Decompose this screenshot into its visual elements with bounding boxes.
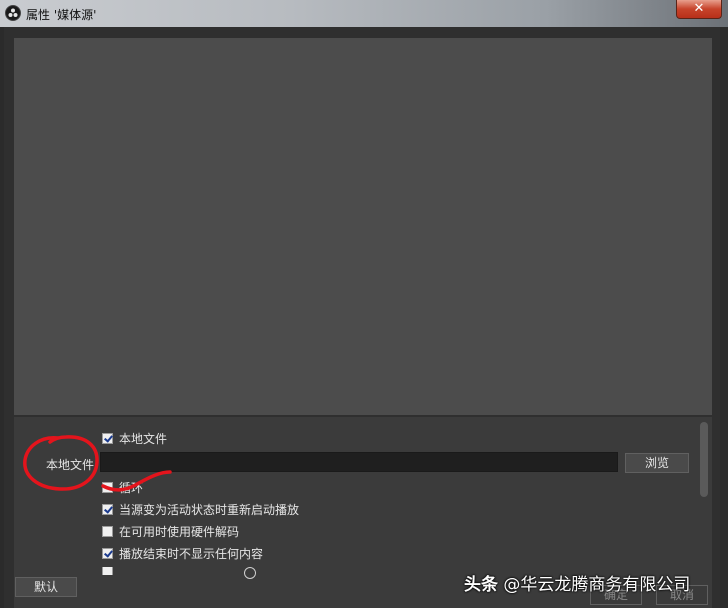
partial-option-row[interactable] <box>102 567 113 575</box>
loop-option[interactable]: 循环 <box>102 479 143 495</box>
obs-logo-icon <box>5 5 21 21</box>
local-file-field-label: 本地文件 <box>46 458 95 472</box>
partial-option-checkbox[interactable] <box>102 567 113 575</box>
loop-checkbox[interactable] <box>102 481 113 493</box>
local-file-checkbox-row[interactable]: 本地文件 <box>102 430 167 446</box>
restart-on-active-checkbox[interactable] <box>102 503 113 515</box>
close-button[interactable]: ✕ <box>676 0 722 19</box>
local-file-path-input[interactable] <box>100 452 618 472</box>
source-preview <box>14 38 712 415</box>
default-button[interactable]: 默认 <box>15 577 77 597</box>
local-file-checkbox[interactable] <box>102 432 113 444</box>
watermark-source: 头条 <box>464 575 498 595</box>
watermark-handle: @华云龙腾商务有限公司 <box>503 575 691 595</box>
hardware-decoding-option[interactable]: 在可用时使用硬件解码 <box>102 523 239 539</box>
hardware-decoding-label: 在可用时使用硬件解码 <box>119 524 240 539</box>
local-file-checkbox-label: 本地文件 <box>119 431 168 446</box>
watermark: 头条 @华云龙腾商务有限公司 <box>464 570 690 595</box>
loop-label: 循环 <box>119 480 144 495</box>
hardware-decoding-checkbox[interactable] <box>102 525 113 537</box>
close-icon: ✕ <box>693 1 705 16</box>
restart-on-active-label: 当源变为活动状态时重新启动播放 <box>119 502 300 517</box>
properties-scrollbar[interactable] <box>700 422 708 497</box>
info-icon[interactable] <box>244 567 256 579</box>
title-bar: 属性 '媒体源' ✕ <box>0 0 728 27</box>
browse-button[interactable]: 浏览 <box>625 453 689 473</box>
window-title: 属性 '媒体源' <box>26 8 97 22</box>
show-nothing-on-end-option[interactable]: 播放结束时不显示任何内容 <box>102 545 263 561</box>
show-nothing-on-end-checkbox[interactable] <box>102 547 113 559</box>
show-nothing-on-end-label: 播放结束时不显示任何内容 <box>119 546 264 561</box>
restart-on-active-option[interactable]: 当源变为活动状态时重新启动播放 <box>102 501 299 517</box>
